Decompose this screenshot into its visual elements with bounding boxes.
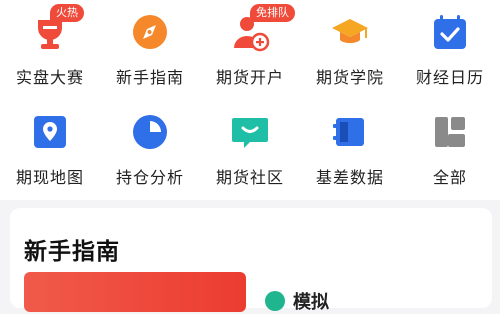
grid-item-label: 持仓分析 [115, 168, 184, 187]
graduation-cap-icon [328, 10, 372, 54]
hot-badge: 火热 [50, 4, 84, 22]
chat-bubble-icon [228, 110, 272, 154]
shortcut-grid: 火热 实盘大赛 新手指南 免排队 期货开户 期货学院 财经日历 期现地图 持仓分… [0, 0, 500, 200]
grid-item-academy[interactable]: 期货学院 [300, 0, 400, 90]
beginner-guide-card: 新手指南 模拟 [10, 208, 492, 313]
calendar-check-icon [428, 10, 472, 54]
pie-chart-icon [128, 110, 172, 154]
guide-banner[interactable] [24, 272, 246, 312]
sub-item-label: 模拟 [293, 292, 329, 313]
grid-item-label: 期货学院 [315, 68, 384, 87]
grid-item-basis-data[interactable]: 基差数据 [300, 100, 400, 190]
card-title: 新手指南 [24, 239, 120, 265]
no-queue-badge: 免排队 [250, 4, 295, 22]
teal-dot-icon [265, 291, 285, 311]
compass-icon [128, 10, 172, 54]
grid-item-label: 新手指南 [115, 68, 184, 87]
grid-item-label: 财经日历 [415, 68, 484, 87]
trophy-icon: 火热 [28, 4, 84, 54]
grid-item-beginner-guide[interactable]: 新手指南 [100, 0, 200, 90]
grid-item-calendar[interactable]: 财经日历 [400, 0, 500, 90]
data-panel-icon [328, 110, 372, 154]
guide-sub-item[interactable]: 模拟 [265, 288, 329, 314]
grid-item-label: 期货社区 [215, 168, 284, 187]
add-user-icon: 免排队 [228, 4, 295, 54]
grid-item-label: 实盘大赛 [15, 68, 84, 87]
grid-item-label: 期现地图 [15, 168, 84, 187]
all-apps-icon [428, 110, 472, 154]
grid-item-map[interactable]: 期现地图 [0, 100, 100, 190]
grid-item-all[interactable]: 全部 [400, 100, 500, 190]
grid-item-label: 全部 [432, 168, 467, 187]
grid-item-open-account[interactable]: 免排队 期货开户 [200, 0, 300, 90]
grid-item-position-analysis[interactable]: 持仓分析 [100, 100, 200, 190]
map-pin-icon [28, 110, 72, 154]
grid-item-label: 期货开户 [215, 68, 284, 87]
grid-item-community[interactable]: 期货社区 [200, 100, 300, 190]
grid-item-contest[interactable]: 火热 实盘大赛 [0, 0, 100, 90]
grid-item-label: 基差数据 [315, 168, 384, 187]
